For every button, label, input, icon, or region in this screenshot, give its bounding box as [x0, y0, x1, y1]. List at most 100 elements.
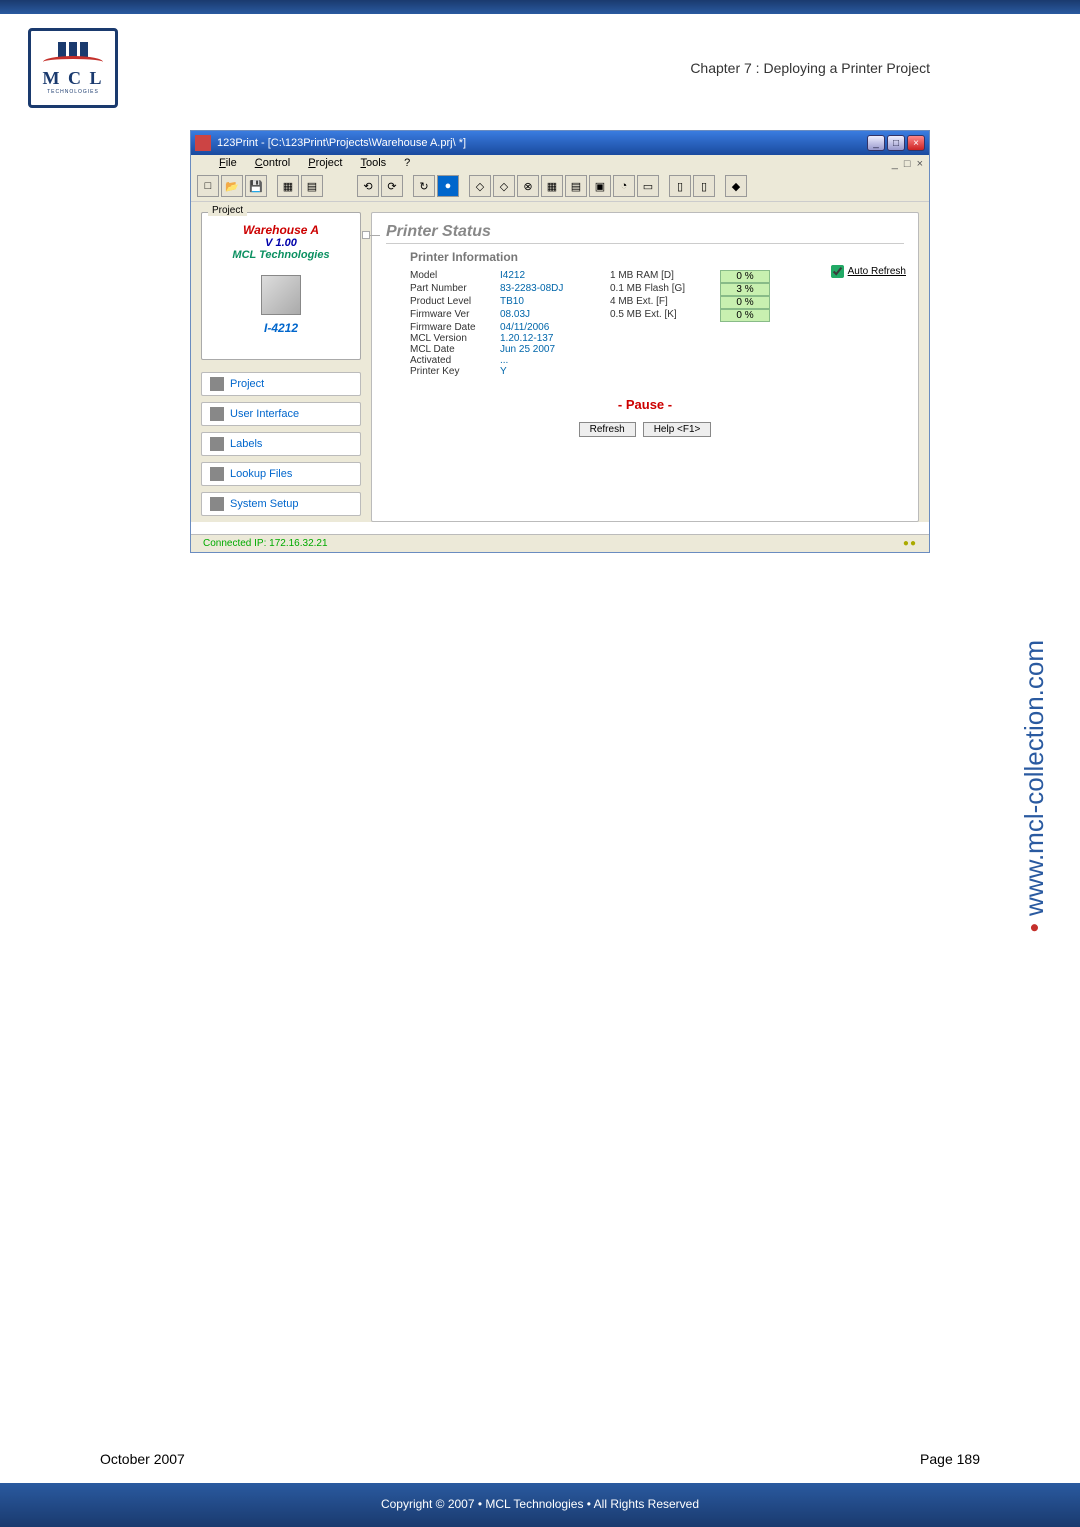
- info-label: Printer Key: [410, 366, 500, 377]
- menu-tools[interactable]: Tools: [360, 157, 386, 169]
- info-label: Part Number: [410, 283, 500, 296]
- mdi-close[interactable]: ×: [917, 158, 923, 170]
- menu-control[interactable]: Control: [255, 157, 290, 169]
- printer-status-panel: Printer Status Printer Information Auto …: [371, 212, 919, 522]
- auto-refresh-label[interactable]: Auto Refresh: [848, 266, 906, 277]
- project-icon: [210, 377, 224, 391]
- side-url: • www.mcl-collection.com: [1019, 640, 1050, 932]
- mem-label: 1 MB RAM [D]: [610, 270, 720, 283]
- refresh-button[interactable]: Refresh: [579, 422, 636, 437]
- project-tech: MCL Technologies: [206, 249, 356, 261]
- tool-icon[interactable]: ◔: [613, 175, 635, 197]
- save-icon[interactable]: 💾: [245, 175, 267, 197]
- tool-icon[interactable]: ▤: [301, 175, 323, 197]
- printer-model: I-4212: [206, 321, 356, 335]
- mem-value: 0 %: [720, 296, 770, 309]
- nav-labels[interactable]: Labels: [201, 432, 361, 456]
- left-panel: Project Warehouse A V 1.00 MCL Technolog…: [191, 202, 371, 522]
- footer-date: October 2007: [100, 1451, 185, 1467]
- logo-text: M C L: [43, 68, 104, 89]
- menu-file[interactable]: FFileile: [219, 157, 237, 169]
- printer-info-subtitle: Printer Information: [410, 250, 904, 264]
- tool-icon[interactable]: ▯: [669, 175, 691, 197]
- mem-value: 0 %: [720, 270, 770, 283]
- project-box: Project Warehouse A V 1.00 MCL Technolog…: [201, 212, 361, 360]
- info-value: 1.20.12-137: [500, 333, 610, 344]
- app-icon: [195, 135, 211, 151]
- info-value: ...: [500, 355, 610, 366]
- auto-refresh-checkbox[interactable]: [831, 265, 844, 278]
- open-icon[interactable]: 📂: [221, 175, 243, 197]
- title-bar: 123Print - [C:\123Print\Projects\Warehou…: [191, 131, 929, 155]
- tool-icon[interactable]: ◇: [469, 175, 491, 197]
- ui-icon: [210, 407, 224, 421]
- printer-status-title: Printer Status: [386, 223, 904, 244]
- app-window: 123Print - [C:\123Print\Projects\Warehou…: [190, 130, 930, 553]
- info-label: MCL Version: [410, 333, 500, 344]
- close-button[interactable]: ×: [907, 135, 925, 151]
- status-bar: Connected IP: 172.16.32.21 ●●: [191, 534, 929, 552]
- mem-label: 0.1 MB Flash [G]: [610, 283, 720, 296]
- tool-icon[interactable]: ⊗: [517, 175, 539, 197]
- info-value: 83-2283-08DJ: [500, 283, 610, 296]
- info-value: Jun 25 2007: [500, 344, 610, 355]
- info-label: Activated: [410, 355, 500, 366]
- connection-status: Connected IP: 172.16.32.21: [203, 538, 328, 549]
- minimize-button[interactable]: _: [867, 135, 885, 151]
- tool-icon[interactable]: ⟳: [381, 175, 403, 197]
- info-label: Model: [410, 270, 500, 283]
- info-value: 08.03J: [500, 309, 610, 322]
- mdi-restore[interactable]: □: [904, 158, 911, 170]
- logo-subtext: TECHNOLOGIES: [47, 89, 99, 95]
- printer-image: [261, 275, 301, 315]
- menu-project[interactable]: Project: [308, 157, 342, 169]
- lookup-icon: [210, 467, 224, 481]
- info-label: MCL Date: [410, 344, 500, 355]
- project-name: Warehouse A: [206, 223, 356, 237]
- mdi-minimize[interactable]: _: [892, 158, 898, 170]
- nav-ui[interactable]: User Interface: [201, 402, 361, 426]
- toolbar: □ 📂 💾 ▦ ▤ ⟲ ⟳ ↻ ● ◇ ◇ ⊗ ▦ ▤ ▣ ◔ ▭ ▯ ▯ ◆: [191, 171, 929, 202]
- record-icon[interactable]: ●: [437, 175, 459, 197]
- copyright: Copyright © 2007 • MCL Technologies • Al…: [0, 1497, 1080, 1511]
- info-value: 04/11/2006: [500, 322, 610, 333]
- tool-icon[interactable]: ▯: [693, 175, 715, 197]
- info-value: Y: [500, 366, 610, 377]
- labels-icon: [210, 437, 224, 451]
- project-version: V 1.00: [206, 237, 356, 249]
- menu-bar: FFileile Control Project Tools ? _ □ ×: [191, 155, 929, 171]
- new-icon[interactable]: □: [197, 175, 219, 197]
- info-value: TB10: [500, 296, 610, 309]
- system-icon: [210, 497, 224, 511]
- mem-label: 0.5 MB Ext. [K]: [610, 309, 720, 322]
- info-label: Firmware Date: [410, 322, 500, 333]
- mem-label: 4 MB Ext. [F]: [610, 296, 720, 309]
- tool-icon[interactable]: ▤: [565, 175, 587, 197]
- tool-icon[interactable]: ⟲: [357, 175, 379, 197]
- mem-value: 3 %: [720, 283, 770, 296]
- tool-icon[interactable]: ↻: [413, 175, 435, 197]
- pause-status: - Pause -: [386, 397, 904, 412]
- project-tab-label: Project: [208, 205, 247, 216]
- info-label: Firmware Ver: [410, 309, 500, 322]
- mem-value: 0 %: [720, 309, 770, 322]
- footer-page: Page 189: [920, 1451, 980, 1467]
- tool-icon[interactable]: ◆: [725, 175, 747, 197]
- nav-lookup[interactable]: Lookup Files: [201, 462, 361, 486]
- tool-icon[interactable]: ▦: [541, 175, 563, 197]
- info-label: Product Level: [410, 296, 500, 309]
- nav-system[interactable]: System Setup: [201, 492, 361, 516]
- tool-icon[interactable]: ◇: [493, 175, 515, 197]
- mcl-logo: M C L TECHNOLOGIES: [28, 28, 118, 108]
- info-value: I4212: [500, 270, 610, 283]
- chapter-header: Chapter 7 : Deploying a Printer Project: [690, 60, 930, 76]
- maximize-button[interactable]: □: [887, 135, 905, 151]
- tool-icon[interactable]: ▣: [589, 175, 611, 197]
- nav-project[interactable]: Project: [201, 372, 361, 396]
- tool-icon[interactable]: ▭: [637, 175, 659, 197]
- nav-list: Project User Interface Labels Lookup Fil…: [201, 372, 361, 516]
- help-button[interactable]: Help <F1>: [643, 422, 712, 437]
- menu-help[interactable]: ?: [404, 157, 410, 169]
- tool-icon[interactable]: ▦: [277, 175, 299, 197]
- window-title: 123Print - [C:\123Print\Projects\Warehou…: [217, 137, 867, 149]
